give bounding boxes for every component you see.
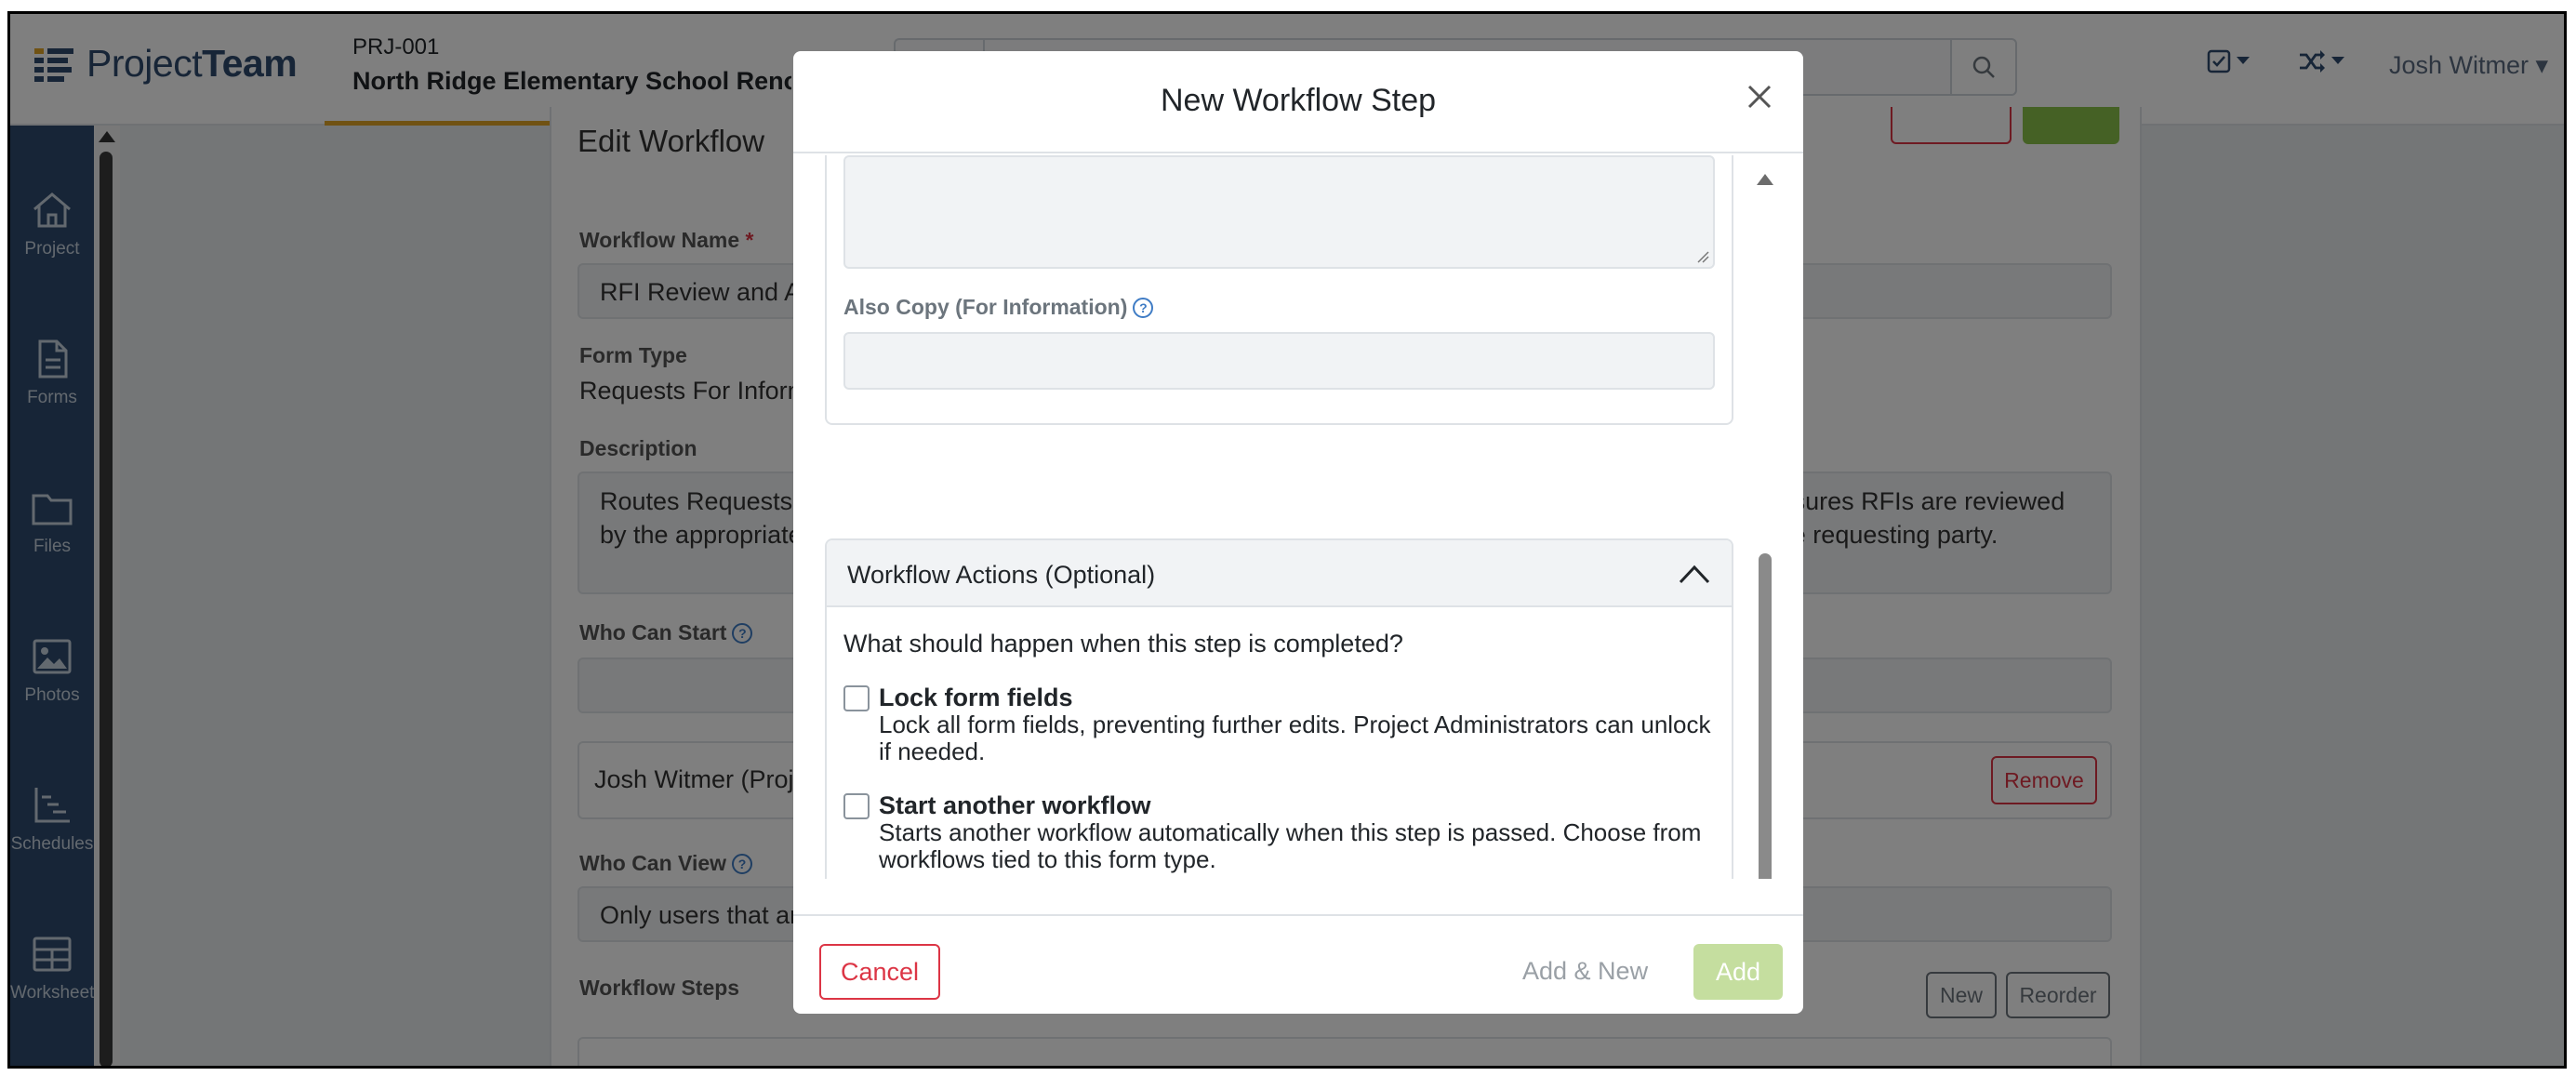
modal-scrollbar-thumb[interactable]	[1759, 553, 1772, 879]
modal-footer: Cancel Add & New Add	[793, 914, 1803, 1014]
actions-question: What should happen when this step is com…	[843, 630, 1403, 658]
modal-title: New Workflow Step	[1160, 83, 1437, 118]
add-and-new-button[interactable]: Add & New	[1522, 957, 1648, 986]
workflow-actions-title: Workflow Actions (Optional)	[847, 561, 1156, 589]
resize-grip-icon[interactable]	[1696, 250, 1709, 263]
add-button[interactable]: Add	[1693, 944, 1783, 1000]
new-workflow-step-modal: New Workflow Step Also Copy (For Informa…	[793, 51, 1803, 1014]
modal-scroll-up-arrow[interactable]	[1757, 174, 1773, 185]
close-icon[interactable]	[1744, 81, 1775, 113]
recipients-card: Also Copy (For Information)?	[825, 155, 1733, 425]
lock-form-fields-checkbox[interactable]	[843, 685, 870, 711]
cancel-button[interactable]: Cancel	[819, 944, 940, 1000]
workflow-actions-card: Workflow Actions (Optional) What should …	[825, 538, 1733, 879]
help-icon[interactable]: ?	[1133, 298, 1154, 318]
app-window: ProjectTeam PRJ-001 North Ridge Elementa…	[7, 11, 2567, 1069]
start-another-workflow-checkbox[interactable]	[843, 793, 870, 819]
workflow-actions-accordion-header[interactable]: Workflow Actions (Optional)	[827, 540, 1732, 607]
also-copy-label: Also Copy (For Information)?	[843, 295, 1154, 320]
chevron-up-icon	[1679, 565, 1710, 584]
also-copy-input[interactable]	[843, 332, 1715, 390]
instructions-textarea[interactable]	[843, 155, 1715, 269]
option-description: Lock all form fields, preventing further…	[879, 711, 1711, 765]
option-title: Start another workflow	[879, 791, 1151, 819]
modal-body: Also Copy (For Information)? Workflow Ac…	[793, 155, 1803, 879]
modal-header: New Workflow Step	[793, 51, 1803, 153]
option-title: Lock form fields	[879, 684, 1073, 711]
option-description: Starts another workflow automatically wh…	[879, 818, 1702, 873]
